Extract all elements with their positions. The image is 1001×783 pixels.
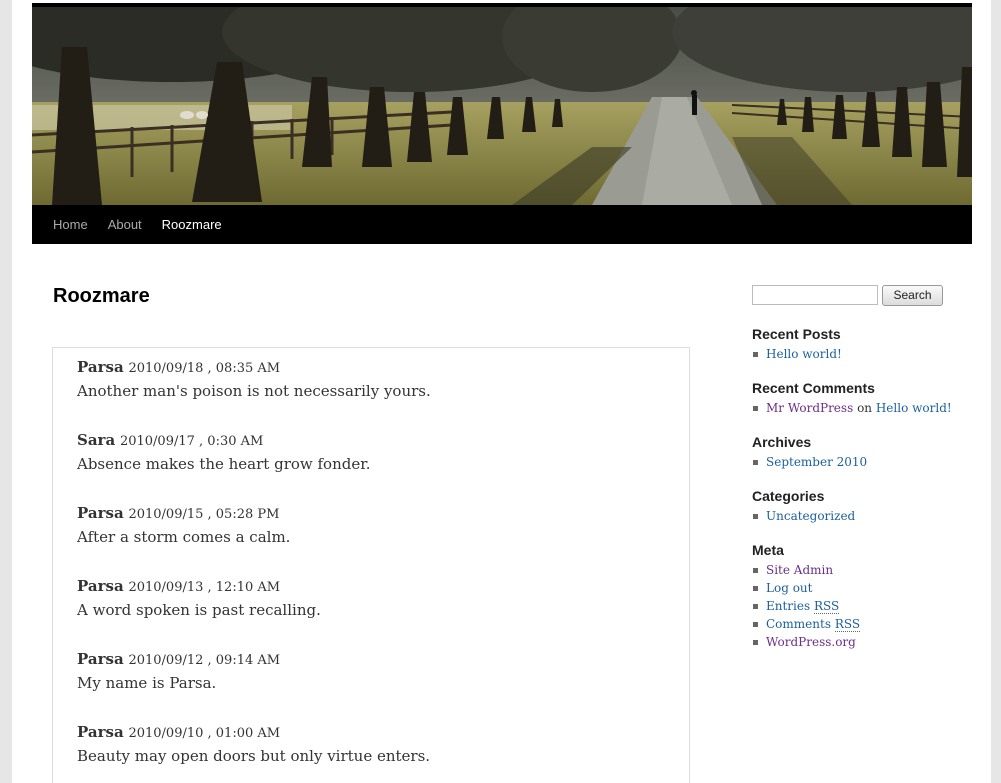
entry-header: Sara 2010/09/17 , 0:30 AM [77,429,371,451]
rss-abbr: RSS [813,599,840,614]
archive-link[interactable]: September 2010 [766,455,867,469]
entry-author: Parsa [77,723,124,741]
entry-date: 2010/09/13 , 12:10 AM [128,580,281,595]
bullet-icon [753,604,758,609]
entry-author: Parsa [77,650,124,668]
entry-header: Parsa 2010/09/15 , 05:28 PM [77,502,290,524]
entry-date: 2010/09/18 , 08:35 AM [128,361,281,376]
entry: Parsa 2010/09/12 , 09:14 AM My name is P… [77,648,280,692]
widget-title: Categories [752,488,825,504]
comment-post-link[interactable]: Hello world! [876,401,952,415]
comments-rss-prefix: Comments [766,617,831,631]
comments-rss-link[interactable]: Comments RSS [766,617,861,632]
entry-text: Absence makes the heart grow fonder. [77,455,371,473]
list-item: Entries RSS [752,597,860,615]
nav-item-home[interactable]: Home [32,217,98,232]
list-item: Log out [752,579,860,597]
entry-author: Parsa [77,577,124,595]
bullet-icon [753,460,758,465]
bullet-icon [753,406,758,411]
main-navigation: Home About Roozmare [32,205,972,244]
list-item: Comments RSS [752,615,861,633]
widget-archives: Archives September 2010 [752,433,867,471]
widget-title: Archives [752,434,812,450]
nav-item-roozmare[interactable]: Roozmare [152,217,232,232]
rss-abbr: RSS [834,617,861,632]
list-item: Mr WordPress on Hello world! [752,399,952,417]
entry-date: 2010/09/12 , 09:14 AM [128,653,281,668]
widget-categories: Categories Uncategorized [752,487,855,525]
widget-title: Recent Comments [752,380,875,396]
entry: Sara 2010/09/17 , 0:30 AM Absence makes … [77,429,371,473]
entry-author: Parsa [77,358,124,376]
search-input[interactable] [752,285,878,305]
entry: Parsa 2010/09/18 , 08:35 AM Another man'… [77,356,431,400]
log-out-link[interactable]: Log out [766,581,812,595]
widget-recent-comments: Recent Comments Mr WordPress on Hello wo… [752,379,952,417]
bullet-icon [753,568,758,573]
entry-header: Parsa 2010/09/18 , 08:35 AM [77,356,431,378]
widget-title: Meta [752,542,784,558]
page-title: Roozmare [53,285,150,307]
page: Home About Roozmare Roozmare Parsa 2010/… [12,0,991,783]
list-item: Hello world! [752,345,842,363]
entry-header: Parsa 2010/09/10 , 01:00 AM [77,721,430,743]
entries-box: Parsa 2010/09/18 , 08:35 AM Another man'… [52,347,690,783]
entry-date: 2010/09/10 , 01:00 AM [128,726,281,741]
category-link[interactable]: Uncategorized [766,509,855,523]
widget-title: Recent Posts [752,326,841,342]
comment-author-link[interactable]: Mr WordPress [766,401,853,415]
nav-item-about[interactable]: About [98,217,152,232]
entry: Parsa 2010/09/15 , 05:28 PM After a stor… [77,502,290,546]
list-item: Uncategorized [752,507,855,525]
wordpress-org-link[interactable]: WordPress.org [766,635,856,649]
bullet-icon [753,514,758,519]
entry-author: Parsa [77,504,124,522]
comment-connector: on [857,401,873,415]
recent-post-link[interactable]: Hello world! [766,347,842,361]
list-item: WordPress.org [752,633,860,651]
bullet-icon [753,640,758,645]
entry-text: Beauty may open doors but only virtue en… [77,747,431,765]
bullet-icon [753,586,758,591]
bullet-icon [753,352,758,357]
list-item: Site Admin [752,561,860,579]
list-item: September 2010 [752,453,867,471]
widget-recent-posts: Recent Posts Hello world! [752,325,842,363]
entry-text: Another man's poison is not necessarily … [77,382,431,400]
entry: Parsa 2010/09/10 , 01:00 AM Beauty may o… [77,721,430,765]
header-image [32,3,972,205]
entry: Parsa 2010/09/13 , 12:10 AM A word spoke… [77,575,321,619]
entry-text: A word spoken is past recalling. [77,601,321,619]
entry-text: My name is Parsa. [77,674,217,692]
entry-header: Parsa 2010/09/12 , 09:14 AM [77,648,280,670]
entry-date: 2010/09/17 , 0:30 AM [119,434,264,449]
header-landscape-image [32,7,972,205]
site-admin-link[interactable]: Site Admin [766,563,833,577]
entry-date: 2010/09/15 , 05:28 PM [128,507,280,522]
entry-header: Parsa 2010/09/13 , 12:10 AM [77,575,321,597]
entry-text: After a storm comes a calm. [77,528,291,546]
entry-author: Sara [77,431,116,449]
search-button[interactable]: Search [882,285,943,306]
entries-rss-link[interactable]: Entries RSS [766,599,840,614]
widget-meta: Meta Site Admin Log out Entries RSS Comm… [752,541,861,651]
entries-rss-prefix: Entries [766,599,811,613]
bullet-icon [753,622,758,627]
